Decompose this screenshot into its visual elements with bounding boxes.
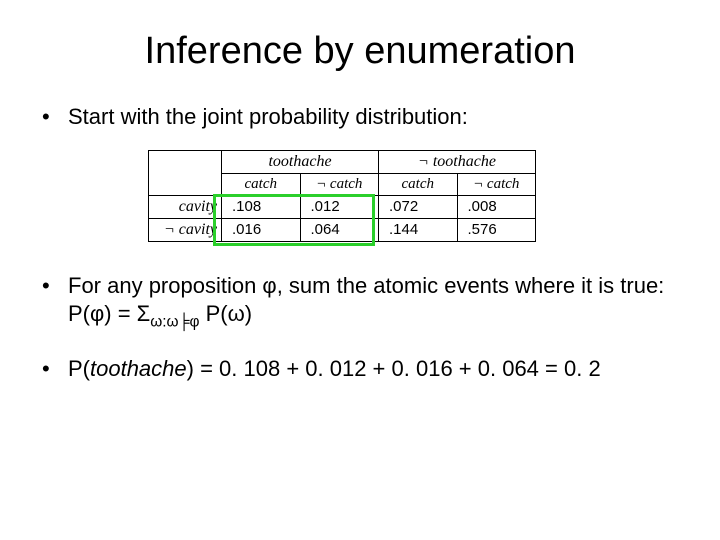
bullet-3-ital: toothache xyxy=(90,356,187,381)
bullet-1: Start with the joint probability distrib… xyxy=(40,103,680,132)
bullet-2-text-post: P(ω) xyxy=(199,301,252,326)
table-row: cavity .108 .012 .072 .008 xyxy=(149,195,536,218)
row-head-not-cavity: ¬ cavity xyxy=(149,218,222,241)
table-row: ¬ cavity .016 .064 .144 .576 xyxy=(149,218,536,241)
col-head-not-toothache: ¬ toothache xyxy=(379,150,536,173)
cell: .008 xyxy=(457,195,536,218)
col-head-not-catch: ¬ catch xyxy=(300,173,379,195)
cell: .144 xyxy=(379,218,458,241)
bullet-2: For any proposition φ, sum the atomic ev… xyxy=(40,272,680,333)
cell: .576 xyxy=(457,218,536,241)
bullet-list-2: For any proposition φ, sum the atomic ev… xyxy=(40,272,680,384)
row-head-cavity: cavity xyxy=(149,195,222,218)
table-row: toothache ¬ toothache xyxy=(149,150,536,173)
bullet-3: P(toothache) = 0. 108 + 0. 012 + 0. 016 … xyxy=(40,355,680,384)
joint-table-wrap: toothache ¬ toothache catch ¬ catch catc… xyxy=(148,150,536,242)
cell: .064 xyxy=(300,218,379,241)
col-head-toothache: toothache xyxy=(222,150,379,173)
bullet-3-pre: P( xyxy=(68,356,90,381)
bullet-2-subscript: ω:ω╞φ xyxy=(150,314,199,331)
slide-title: Inference by enumeration xyxy=(40,30,680,73)
cell: .072 xyxy=(379,195,458,218)
cell: .012 xyxy=(300,195,379,218)
joint-probability-table: toothache ¬ toothache catch ¬ catch catc… xyxy=(148,150,536,242)
cell: .108 xyxy=(222,195,301,218)
cell: .016 xyxy=(222,218,301,241)
col-head-catch: catch xyxy=(379,173,458,195)
bullet-3-post: ) = 0. 108 + 0. 012 + 0. 016 + 0. 064 = … xyxy=(187,356,601,381)
col-head-not-catch: ¬ catch xyxy=(457,173,536,195)
bullet-list: Start with the joint probability distrib… xyxy=(40,103,680,132)
col-head-catch: catch xyxy=(222,173,301,195)
slide: Inference by enumeration Start with the … xyxy=(0,0,720,540)
corner-cell xyxy=(149,150,222,195)
